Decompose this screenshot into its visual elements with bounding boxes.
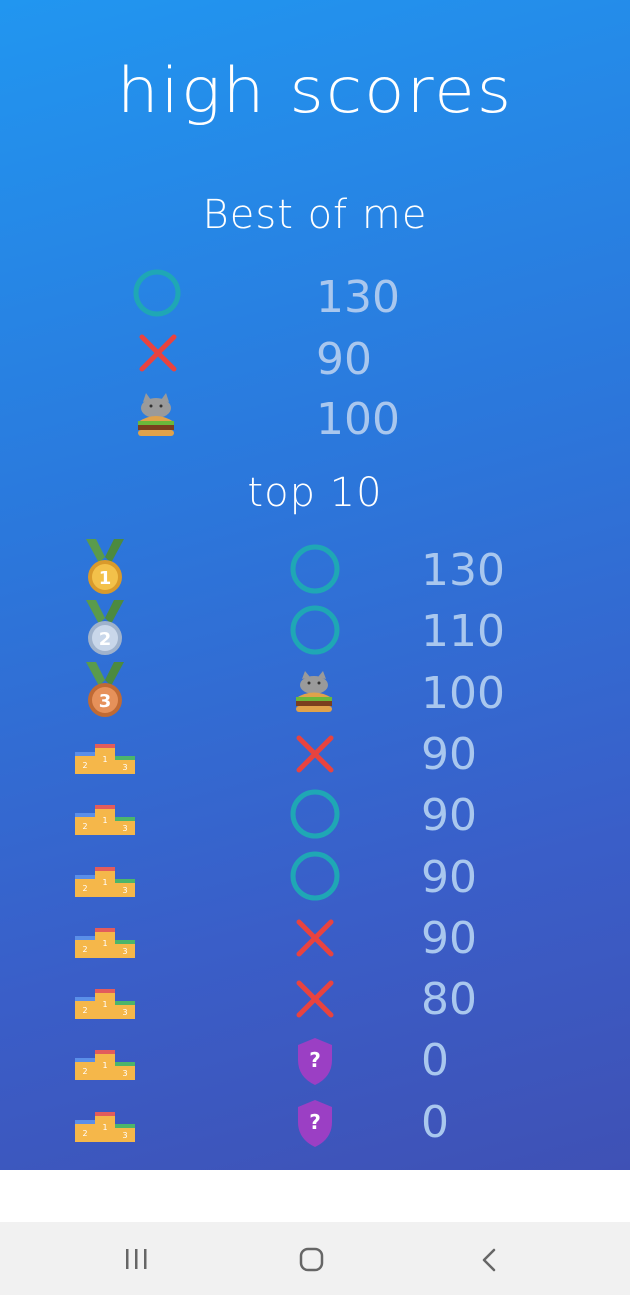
svg-text:2: 2: [82, 761, 87, 770]
top-score: 110: [421, 606, 505, 657]
svg-text:3: 3: [122, 1131, 127, 1140]
svg-text:1: 1: [102, 755, 107, 764]
unknown-shield-icon: ?: [293, 1097, 337, 1153]
svg-text:3: 3: [122, 824, 127, 833]
top-score: 0: [421, 1035, 449, 1086]
svg-text:1: 1: [102, 816, 107, 825]
svg-text:3: 3: [122, 886, 127, 895]
svg-text:?: ?: [309, 1110, 321, 1134]
x-icon: [293, 977, 337, 1025]
svg-text:1: 1: [102, 1061, 107, 1070]
svg-text:1: 1: [102, 939, 107, 948]
bronze-medal-icon: 3: [82, 660, 128, 726]
top-score: 90: [421, 913, 477, 964]
top-score: 0: [421, 1097, 449, 1148]
back-icon: [482, 1248, 496, 1272]
top-score: 80: [421, 974, 477, 1025]
top-score: 90: [421, 852, 477, 903]
recents-button[interactable]: [92, 1222, 182, 1295]
svg-text:?: ?: [309, 1048, 321, 1072]
x-icon: [293, 732, 337, 780]
best-score: 130: [316, 272, 400, 323]
circle-icon: [289, 788, 341, 844]
cat-burger-icon: [292, 668, 336, 720]
page-title: high scores: [116, 53, 514, 128]
podium-icon: 1 2 3: [73, 863, 137, 903]
x-icon: [136, 331, 180, 379]
circle-icon: [289, 850, 341, 906]
podium-icon: 1 2 3: [73, 985, 137, 1025]
recents-icon: [126, 1249, 147, 1269]
podium-icon: 1 2 3: [73, 740, 137, 780]
top-score: 90: [421, 790, 477, 841]
svg-text:2: 2: [82, 1129, 87, 1138]
circle-icon: [289, 604, 341, 660]
svg-text:3: 3: [122, 763, 127, 772]
circle-icon: [289, 543, 341, 599]
android-nav-bar: [0, 1222, 630, 1295]
gold-medal-icon: 1: [82, 537, 128, 603]
high-scores-screen: high scores Best of me top 10 130 90 100…: [0, 0, 630, 1170]
svg-text:3: 3: [99, 691, 112, 712]
best-of-me-heading: Best of me: [202, 192, 428, 238]
top-score: 100: [421, 668, 505, 719]
svg-text:2: 2: [82, 884, 87, 893]
svg-text:1: 1: [102, 878, 107, 887]
svg-text:3: 3: [122, 947, 127, 956]
svg-text:2: 2: [82, 1006, 87, 1015]
home-button[interactable]: [267, 1222, 357, 1295]
svg-text:1: 1: [102, 1000, 107, 1009]
home-icon: [299, 1247, 324, 1272]
podium-icon: 1 2 3: [73, 924, 137, 964]
cat-burger-icon: [132, 390, 180, 444]
podium-icon: 1 2 3: [73, 1108, 137, 1148]
top-score: 130: [421, 545, 505, 596]
svg-text:2: 2: [82, 1067, 87, 1076]
svg-text:1: 1: [102, 1123, 107, 1132]
best-score: 100: [316, 394, 400, 445]
svg-text:1: 1: [99, 568, 112, 589]
svg-text:2: 2: [82, 822, 87, 831]
top-10-heading: top 10: [247, 470, 383, 516]
svg-text:3: 3: [122, 1069, 127, 1078]
x-icon: [293, 916, 337, 964]
unknown-shield-icon: ?: [293, 1035, 337, 1091]
circle-icon: [132, 268, 182, 322]
silver-medal-icon: 2: [82, 598, 128, 664]
top-score: 90: [421, 729, 477, 780]
svg-text:3: 3: [122, 1008, 127, 1017]
podium-icon: 1 2 3: [73, 1046, 137, 1086]
best-score: 90: [316, 334, 372, 385]
podium-icon: 1 2 3: [73, 801, 137, 841]
svg-text:2: 2: [82, 945, 87, 954]
svg-text:2: 2: [99, 629, 112, 650]
back-button[interactable]: [443, 1222, 533, 1295]
